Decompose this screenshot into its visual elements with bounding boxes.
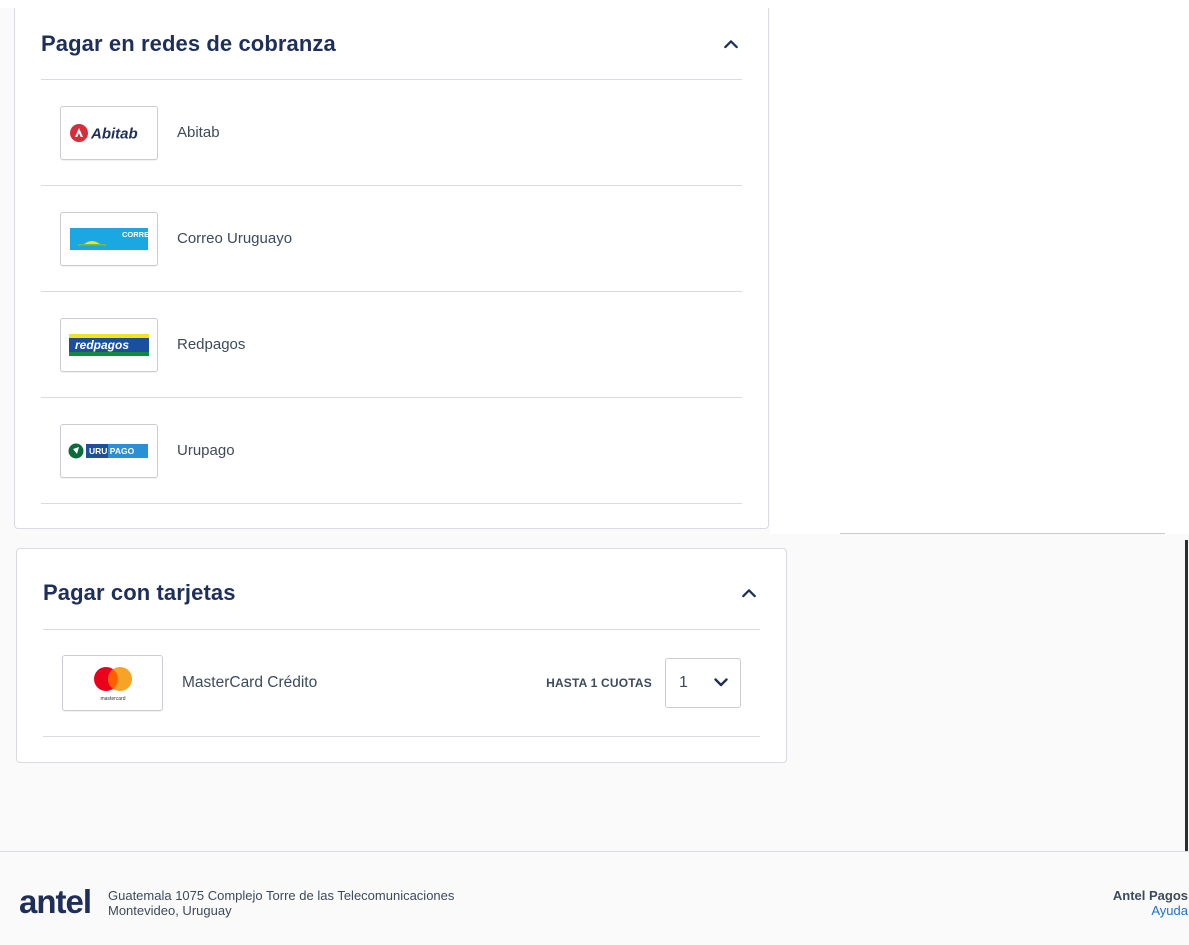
svg-text:CORREO: CORREO xyxy=(122,230,148,239)
footer-brand: Antel Pagos xyxy=(1112,888,1188,903)
cuotas-select[interactable]: 1 xyxy=(665,658,741,708)
abitab-logo: Abitab xyxy=(60,105,158,160)
payment-method-redpagos[interactable]: redpagos Redpagos xyxy=(41,292,742,398)
antel-logo[interactable]: antel xyxy=(19,885,92,918)
panel-header-tarjetas[interactable]: Pagar con tarjetas xyxy=(43,557,760,630)
redpagos-logo: redpagos xyxy=(60,317,158,372)
help-link[interactable]: Ayuda xyxy=(1113,903,1188,918)
payment-method-correo[interactable]: CORREO Correo Uruguayo xyxy=(41,186,742,292)
svg-text:mastercard: mastercard xyxy=(100,696,125,702)
payment-method-urupago[interactable]: URU PAGO Urupago xyxy=(41,398,742,504)
method-label-urupago: Urupago xyxy=(177,442,235,459)
svg-text:redpagos: redpagos xyxy=(75,338,129,352)
svg-text:Abitab: Abitab xyxy=(90,125,138,142)
chevron-up-icon[interactable] xyxy=(742,586,756,600)
urupago-logo: URU PAGO xyxy=(60,423,158,478)
method-label-correo: Correo Uruguayo xyxy=(177,230,293,247)
address-line-2: Montevideo, Uruguay xyxy=(108,903,232,918)
footer-address: Guatemala 1075 Complejo Torre de las Tel… xyxy=(108,888,454,918)
panel-redes-cobranza: Pagar en redes de cobranza Abitab Abitab… xyxy=(14,8,769,529)
side-blank-area xyxy=(770,8,1189,534)
method-label-redpagos: Redpagos xyxy=(177,336,246,353)
payment-method-mastercard[interactable]: mastercard MasterCard Crédito HASTA 1 CU… xyxy=(43,630,760,737)
panel-header-redes[interactable]: Pagar en redes de cobranza xyxy=(41,8,742,80)
divider-line xyxy=(840,533,1165,534)
footer: antel Guatemala 1075 Complejo Torre de l… xyxy=(0,851,1189,945)
cuotas-label: HASTA 1 CUOTAS xyxy=(546,676,652,690)
correo-logo: CORREO xyxy=(60,211,158,266)
method-label-mastercard: MasterCard Crédito xyxy=(182,674,318,691)
chevron-up-icon[interactable] xyxy=(724,37,738,51)
chevron-down-icon xyxy=(714,674,728,692)
method-label-abitab: Abitab xyxy=(177,124,220,141)
panel-title-redes: Pagar en redes de cobranza xyxy=(41,30,336,56)
top-strip xyxy=(0,0,1189,8)
cuotas-value: 1 xyxy=(679,674,688,691)
panel-title-tarjetas: Pagar con tarjetas xyxy=(43,580,236,605)
footer-links: Antel Pagos Ayuda xyxy=(1113,888,1188,918)
panel-tarjetas: Pagar con tarjetas mastercard MasterCard… xyxy=(16,548,787,763)
payment-method-abitab[interactable]: Abitab Abitab xyxy=(41,80,742,186)
address-line-1: Guatemala 1075 Complejo Torre de las Tel… xyxy=(108,888,455,903)
svg-text:URU PAGO: URU PAGO xyxy=(89,446,135,456)
mastercard-logo: mastercard xyxy=(62,655,163,711)
